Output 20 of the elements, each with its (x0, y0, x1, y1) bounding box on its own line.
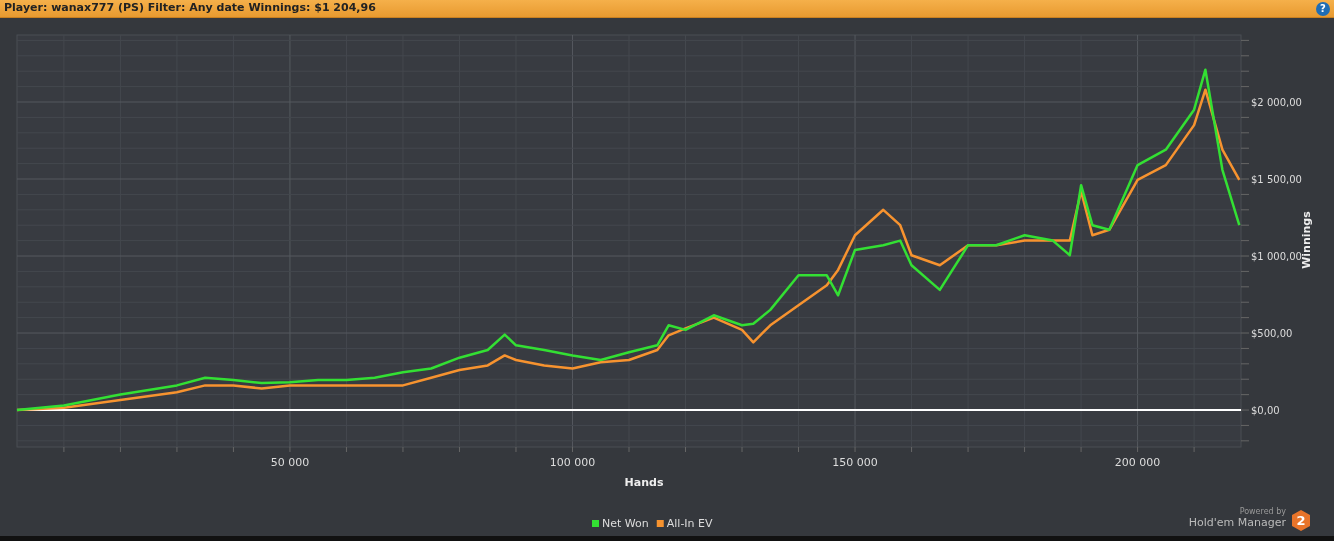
y-tick-label: $0,00 (1251, 405, 1280, 417)
x-tick-label: 100 000 (549, 456, 596, 469)
legend-label: Net Won (602, 517, 649, 530)
x-tick-label: 50 000 (270, 456, 310, 469)
product-name: Hold'em Manager (1188, 516, 1286, 529)
legend-label: All-In EV (666, 517, 714, 530)
legend-item[interactable]: Net Won (592, 517, 649, 530)
header-info: Player: wanax777 (PS) Filter: Any date Winnings: $1 204,96 (4, 0, 376, 17)
x-tick-label: 150 000 (832, 456, 878, 469)
x-axis-title: Hands (624, 476, 664, 489)
y-tick-label: $2 000,00 (1251, 97, 1302, 108)
help-button[interactable]: ? (1316, 1, 1330, 16)
y-axis-title: Winnings (1300, 211, 1313, 269)
y-tick-label: $500,00 (1251, 328, 1293, 340)
logo-badge: 2 (1292, 510, 1310, 531)
y-tick-label: $1 500,00 (1251, 174, 1302, 185)
legend-item[interactable]: All-In EV (656, 517, 713, 530)
powered-by-label: Powered by (1239, 507, 1286, 516)
x-tick-label: 200 000 (1114, 456, 1161, 469)
y-tick-label: $1 000,00 (1251, 251, 1302, 262)
